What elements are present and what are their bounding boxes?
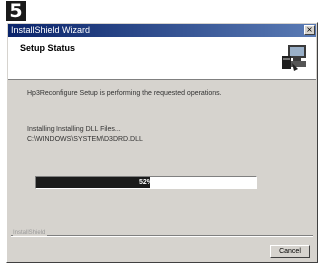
step-number-badge: 5 (6, 1, 26, 22)
installshield-brand-label: InstallShield (13, 230, 48, 236)
progress-bar: 52% (35, 176, 257, 189)
header-panel: Setup Status (8, 37, 316, 80)
progress-percent-label: 52% (138, 179, 153, 186)
installshield-wizard-window: InstallShield Wizard × Setup Status Hp3R… (6, 22, 318, 263)
status-file-path: C:\WINDOWS\SYSTEM\D3DRD.DLL (27, 136, 143, 143)
cancel-button[interactable]: Cancel (270, 245, 310, 258)
status-message: Hp3Reconfigure Setup is performing the r… (27, 90, 222, 97)
title-bar[interactable]: InstallShield Wizard × (8, 24, 316, 37)
page-title: Setup Status (20, 43, 76, 53)
status-action: Installing (27, 126, 55, 133)
window-title: InstallShield Wizard (11, 25, 91, 35)
status-detail: Installing DLL Files... (56, 126, 121, 133)
footer-divider (11, 235, 313, 237)
installer-computer-icon (282, 45, 306, 71)
close-button[interactable]: × (304, 25, 315, 35)
